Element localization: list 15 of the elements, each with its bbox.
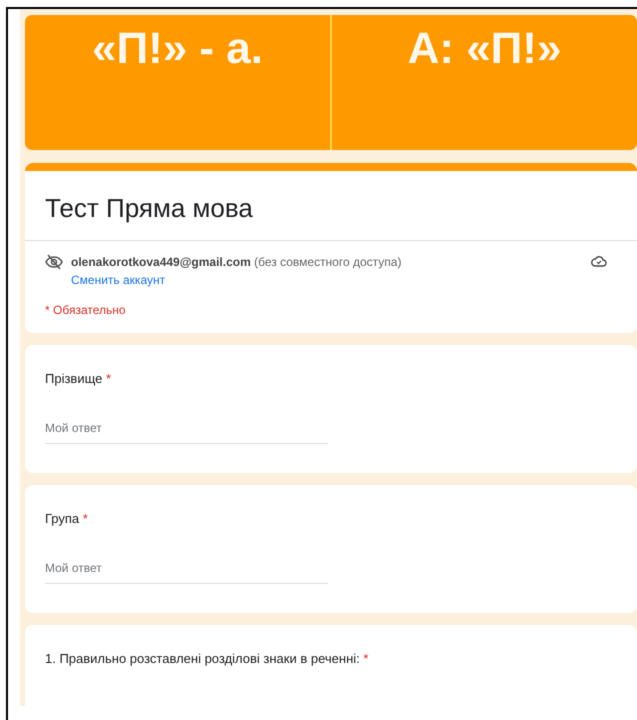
form-title: Тест Пряма мова (44, 192, 254, 225)
account-email: olenakorotkova449@gmail.com (71, 255, 251, 269)
question-label: 1. Правильно розставлені розділові знаки в реченні: (45, 651, 360, 666)
required-mark: * (106, 371, 112, 386)
switch-account-link[interactable]: Сменить аккаунт (71, 273, 166, 287)
banner-text: А: «П!» (408, 24, 562, 73)
required-mark: * (82, 511, 88, 526)
banner-text: «П!» - а. (92, 24, 263, 73)
question-label: Прізвище (45, 371, 102, 386)
question-label: Група (45, 511, 80, 526)
required-mark: * (363, 651, 368, 666)
sharing-note: (без совместного доступа) (254, 255, 402, 269)
cloud-icon (591, 255, 607, 267)
eye-off-icon (45, 254, 63, 270)
required-note: * Обязательно (44, 302, 127, 319)
